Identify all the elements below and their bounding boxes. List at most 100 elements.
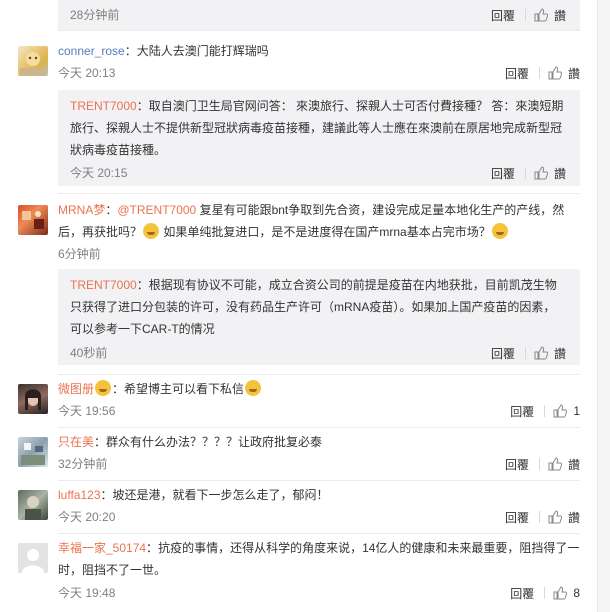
- reply-button[interactable]: 回覆: [491, 345, 515, 362]
- like-count: 1: [573, 404, 580, 418]
- comment-username[interactable]: MRNA梦: [58, 203, 105, 217]
- colon: ：: [105, 203, 118, 217]
- reply-actions: 回覆 讚: [491, 164, 566, 182]
- avatar-image: [22, 211, 44, 229]
- comment-username[interactable]: conner_rose: [58, 44, 125, 58]
- like-button[interactable]: 讚: [534, 345, 566, 362]
- default-avatar-icon: [22, 549, 44, 573]
- divider: [544, 587, 546, 599]
- thumbs-up-icon: [553, 586, 568, 600]
- divider: [538, 67, 540, 79]
- divider: [538, 458, 540, 470]
- reply-username[interactable]: TRENT7000: [70, 278, 137, 292]
- colon: ：: [146, 541, 159, 555]
- comment-username[interactable]: 只在美: [58, 435, 94, 449]
- comment-actions: 回覆 讚: [505, 64, 580, 82]
- comment-username[interactable]: 微图册: [58, 382, 94, 396]
- reply-button[interactable]: 回覆: [505, 65, 529, 82]
- like-button[interactable]: 讚: [534, 7, 566, 24]
- divider: [538, 511, 540, 523]
- comment-username[interactable]: 幸福一家_50174: [58, 541, 146, 555]
- comment-text: MRNA梦：@TRENT7000 复星有可能跟bnt争取到先合资，建设完成足量本…: [58, 199, 580, 243]
- like-button[interactable]: 讚: [548, 65, 580, 82]
- comment-time: 今天 20:20: [58, 510, 116, 524]
- reply-actions: 回覆 讚: [491, 6, 566, 24]
- comment-actions: 回覆 8: [510, 584, 580, 602]
- divider: [58, 374, 580, 375]
- comment-actions: 回覆 讚: [505, 508, 580, 526]
- like-label: 讚: [553, 346, 566, 361]
- avatar[interactable]: [18, 543, 48, 573]
- avatar-image: [25, 496, 41, 520]
- comment-text: 幸福一家_50174：抗疫的事情，还得从科学的角度来说，14亿人的健康和未来最重…: [58, 537, 580, 581]
- reply-box: TRENT7000：取自澳门卫生局官网问答： 來澳旅行、探親人士可否付費接種？ …: [58, 90, 580, 186]
- comment-body: 大陆人去澳门能打辉瑞吗: [136, 44, 269, 58]
- divider: [58, 480, 580, 481]
- like-button[interactable]: 1: [553, 404, 580, 418]
- avatar[interactable]: [18, 46, 48, 76]
- like-button[interactable]: 讚: [534, 165, 566, 182]
- thumbs-up-icon: [534, 346, 548, 360]
- comment-actions: 回覆 1: [510, 402, 580, 420]
- reply-actions: 回覆 讚: [491, 344, 566, 362]
- colon: ：: [100, 488, 113, 502]
- colon: ：: [112, 382, 125, 396]
- comment-actions: 回覆 讚: [505, 455, 580, 473]
- reply-button[interactable]: 回覆: [505, 509, 529, 526]
- like-count: 8: [573, 586, 580, 600]
- like-label: 讚: [567, 457, 580, 472]
- divider: [544, 405, 546, 417]
- smiley-emoji-icon: [95, 380, 112, 396]
- avatar-image: [20, 52, 46, 76]
- like-button[interactable]: 8: [553, 586, 580, 600]
- thumbs-up-icon: [534, 8, 548, 22]
- reply-button[interactable]: 回覆: [491, 7, 515, 24]
- like-label: 讚: [567, 510, 580, 525]
- reply-button[interactable]: 回覆: [491, 165, 515, 182]
- reply-button[interactable]: 回覆: [510, 585, 534, 602]
- thumbs-up-icon: [548, 510, 562, 524]
- like-label: 讚: [567, 66, 580, 81]
- reply-button[interactable]: 回覆: [510, 403, 534, 420]
- comment-body: 群众有什么办法？？？？让政府批复必泰: [106, 435, 323, 449]
- thumbs-up-icon: [548, 457, 562, 471]
- reply-text: TRENT7000：根据现有协议不可能，成立合资公司的前提是疫苗在内地获批，目前…: [70, 274, 566, 340]
- comment-body: 坡还是港，就看下一步怎么走了，郁闷！: [112, 488, 329, 502]
- comment-time: 今天 19:56: [58, 404, 116, 418]
- smiley-emoji-icon: [245, 380, 262, 396]
- divider: [524, 347, 526, 359]
- like-label: 讚: [553, 8, 566, 23]
- comment-time: 32分钟前: [58, 457, 108, 471]
- like-button[interactable]: 讚: [548, 456, 580, 473]
- comment-time: 6分钟前: [58, 247, 101, 261]
- comment-text: luffa123：坡还是港，就看下一步怎么走了，郁闷！: [58, 484, 580, 506]
- comment-text: 微图册 ：希望博主可以看下私信: [58, 378, 580, 400]
- reply-box: 28分钟前 回覆 讚: [58, 0, 580, 30]
- divider: [524, 9, 526, 21]
- thumbs-up-icon: [553, 404, 568, 418]
- reply-username[interactable]: TRENT7000: [70, 99, 137, 113]
- reply-text: TRENT7000：取自澳门卫生局官网问答： 來澳旅行、探親人士可否付費接種？ …: [70, 95, 566, 161]
- avatar[interactable]: [18, 384, 48, 414]
- smiley-emoji-icon: [143, 223, 160, 239]
- like-button[interactable]: 讚: [548, 509, 580, 526]
- avatar[interactable]: [18, 437, 48, 467]
- divider: [58, 533, 580, 534]
- comment-username[interactable]: luffa123: [58, 488, 101, 502]
- comment-time: 今天 20:13: [58, 66, 116, 80]
- scrollbar-track[interactable]: [597, 0, 610, 612]
- reply-box: TRENT7000：根据现有协议不可能，成立合资公司的前提是疫苗在内地获批，目前…: [58, 269, 580, 365]
- divider: [58, 30, 580, 31]
- smiley-emoji-icon: [491, 223, 508, 239]
- reply-button[interactable]: 回覆: [505, 456, 529, 473]
- comment-text: conner_rose：大陆人去澳门能打辉瑞吗: [58, 40, 580, 62]
- comment-body: 希望博主可以看下私信: [124, 382, 245, 396]
- comment-text: 只在美：群众有什么办法？？？？让政府批复必泰: [58, 431, 580, 453]
- like-label: 讚: [553, 166, 566, 181]
- thumbs-up-icon: [548, 66, 562, 80]
- thumbs-up-icon: [534, 166, 548, 180]
- mention-link[interactable]: @TRENT7000: [117, 203, 196, 217]
- avatar[interactable]: [18, 205, 48, 235]
- comment-time: 今天 19:48: [58, 586, 116, 600]
- avatar[interactable]: [18, 490, 48, 520]
